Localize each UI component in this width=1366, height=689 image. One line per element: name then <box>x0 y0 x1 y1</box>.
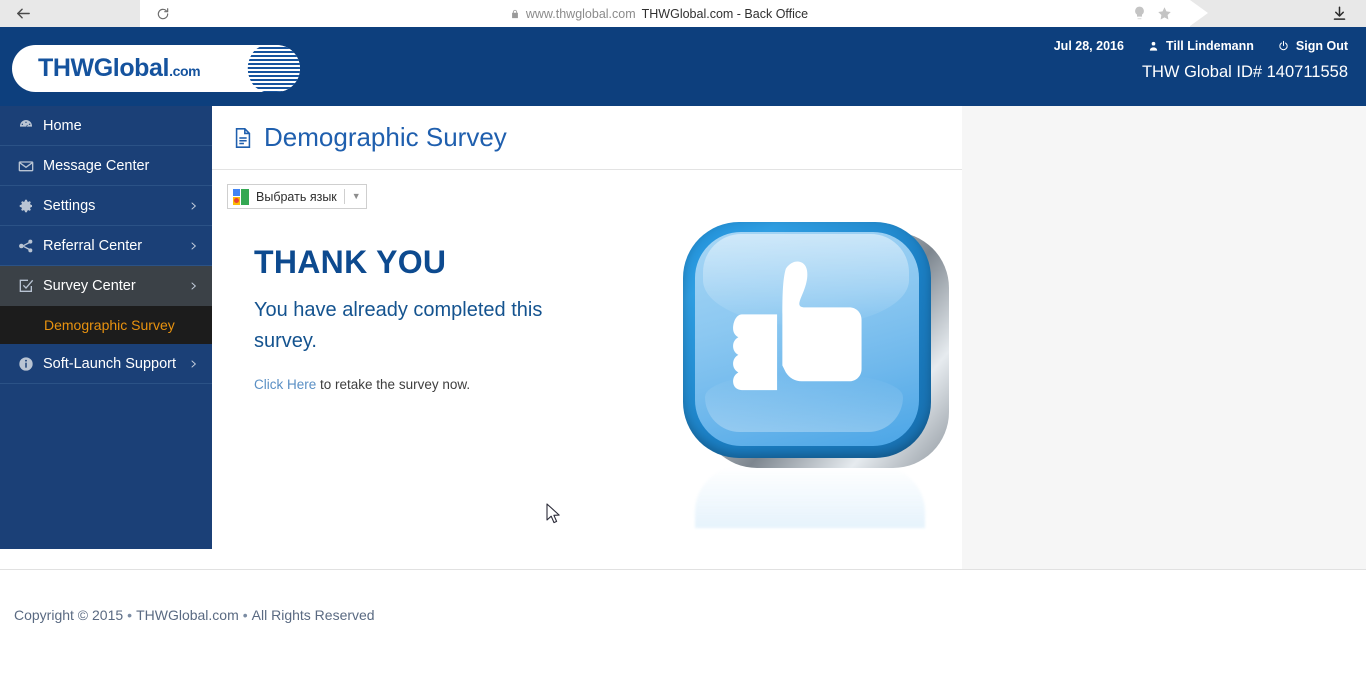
thumbs-up-glyph-icon <box>717 244 897 420</box>
language-selector-label: Выбрать язык <box>256 189 337 204</box>
sidebar-item-label: Message Center <box>43 157 150 174</box>
chevron-right-icon <box>189 199 198 212</box>
footer-copyright: Copyright © 2015 • THWGlobal.com • All Right… <box>14 607 375 623</box>
browser-reload-button[interactable] <box>140 0 186 27</box>
thank-you-block: THANK YOU You have already completed thi… <box>254 244 594 392</box>
footer-dot: • <box>127 607 133 623</box>
logo-suffix: .com <box>169 63 201 79</box>
header-date: Jul 28, 2016 <box>1053 39 1124 53</box>
sidebar-item-referral-center[interactable]: Referral Center <box>0 226 212 266</box>
sidebar-item-survey-center[interactable]: Survey Center <box>0 266 212 306</box>
envelope-icon <box>14 158 38 174</box>
omnibox[interactable]: www.thwglobal.com THWGlobal.com - Back O… <box>140 0 1190 27</box>
chevron-down-icon[interactable]: ▼ <box>345 192 361 201</box>
retake-survey-link[interactable]: Click Here <box>254 377 316 392</box>
retake-survey-line: Click Here to retake the survey now. <box>254 377 594 392</box>
sidebar-item-label: Survey Center <box>43 277 136 294</box>
member-id: THW Global ID# 140711558 <box>1141 63 1348 81</box>
retake-survey-text: to retake the survey now. <box>316 377 471 392</box>
page-title: Demographic Survey <box>264 122 507 152</box>
star-icon[interactable] <box>1157 6 1172 21</box>
back-arrow-icon <box>16 8 30 19</box>
logo-text: THWGlobal.com <box>38 54 201 83</box>
thumb-reflection <box>695 466 925 528</box>
sidebar-item-home[interactable]: Home <box>0 106 212 146</box>
footer-site-name: THWGlobal.com <box>136 607 239 623</box>
thumbs-up-3d-icon <box>683 222 949 468</box>
striped-globe-icon <box>246 45 300 92</box>
info-icon <box>14 356 38 372</box>
browser-toolbar: www.thwglobal.com THWGlobal.com - Back O… <box>0 0 1366 27</box>
lightbulb-icon[interactable] <box>1132 6 1147 21</box>
sign-out-link[interactable]: Sign Out <box>1296 39 1348 53</box>
sidebar-item-soft-launch-support[interactable]: Soft-Launch Support <box>0 344 212 384</box>
browser-back-button[interactable] <box>0 0 46 27</box>
omnibox-tools <box>1132 6 1190 21</box>
logo-main: THWGlobal <box>38 54 170 82</box>
dashboard-icon <box>14 118 38 134</box>
page-title-bar: Demographic Survey <box>212 106 962 170</box>
header-user-name[interactable]: Till Lindemann <box>1166 39 1254 53</box>
address-bar-text[interactable]: www.thwglobal.com THWGlobal.com - Back O… <box>186 0 1132 27</box>
user-icon <box>1148 40 1159 52</box>
reload-icon <box>157 7 169 19</box>
omnibox-tail-shape <box>1190 0 1208 26</box>
chevron-right-icon <box>189 239 198 252</box>
sidebar-item-label: Soft-Launch Support <box>43 355 177 372</box>
header-meta: Jul 28, 2016 Till Lindemann Sign Out THW… <box>1054 39 1348 82</box>
thumbs-up-image <box>661 208 961 563</box>
sidebar-item-settings[interactable]: Settings <box>0 186 212 226</box>
download-icon <box>1333 6 1345 20</box>
sidebar-item-message-center[interactable]: Message Center <box>0 146 212 186</box>
thank-you-heading: THANK YOU <box>254 244 447 280</box>
url-domain: www.thwglobal.com <box>525 6 636 21</box>
footer-rights-text: All Rights Reserved <box>251 607 375 623</box>
chevron-right-icon <box>189 279 198 292</box>
site-logo[interactable]: THWGlobal.com <box>12 45 300 92</box>
sidebar-item-label: Referral Center <box>43 237 143 254</box>
sidebar-item-label: Settings <box>43 197 96 214</box>
site-header: THWGlobal.com Jul 28, 2016 Till Lindeman… <box>0 27 1366 106</box>
sidebar-subitem-demographic-survey[interactable]: Demographic Survey <box>0 306 212 344</box>
download-button[interactable] <box>1324 0 1354 27</box>
sidebar-nav: Home Message Center Settings Referral Ce… <box>0 106 212 549</box>
checked-square-icon <box>14 278 38 294</box>
url-page-title: THWGlobal.com - Back Office <box>641 6 809 21</box>
power-icon <box>1278 40 1289 52</box>
lock-icon <box>510 8 520 20</box>
thumb-button-face <box>683 222 931 458</box>
share-icon <box>14 238 38 254</box>
footer-copyright-text: Copyright © 2015 <box>14 607 124 623</box>
document-icon <box>232 126 254 150</box>
google-translate-icon <box>233 188 249 205</box>
gear-icon <box>14 198 38 214</box>
language-selector[interactable]: Выбрать язык ▼ <box>227 184 367 209</box>
sidebar-subitem-label: Demographic Survey <box>44 317 175 333</box>
footer-dot: • <box>242 607 248 623</box>
site-footer: Copyright © 2015 • THWGlobal.com • All Right… <box>0 570 1366 650</box>
chevron-right-icon <box>189 357 198 370</box>
thank-you-message: You have already completed this survey. <box>254 299 543 352</box>
sidebar-item-label: Home <box>43 117 82 134</box>
